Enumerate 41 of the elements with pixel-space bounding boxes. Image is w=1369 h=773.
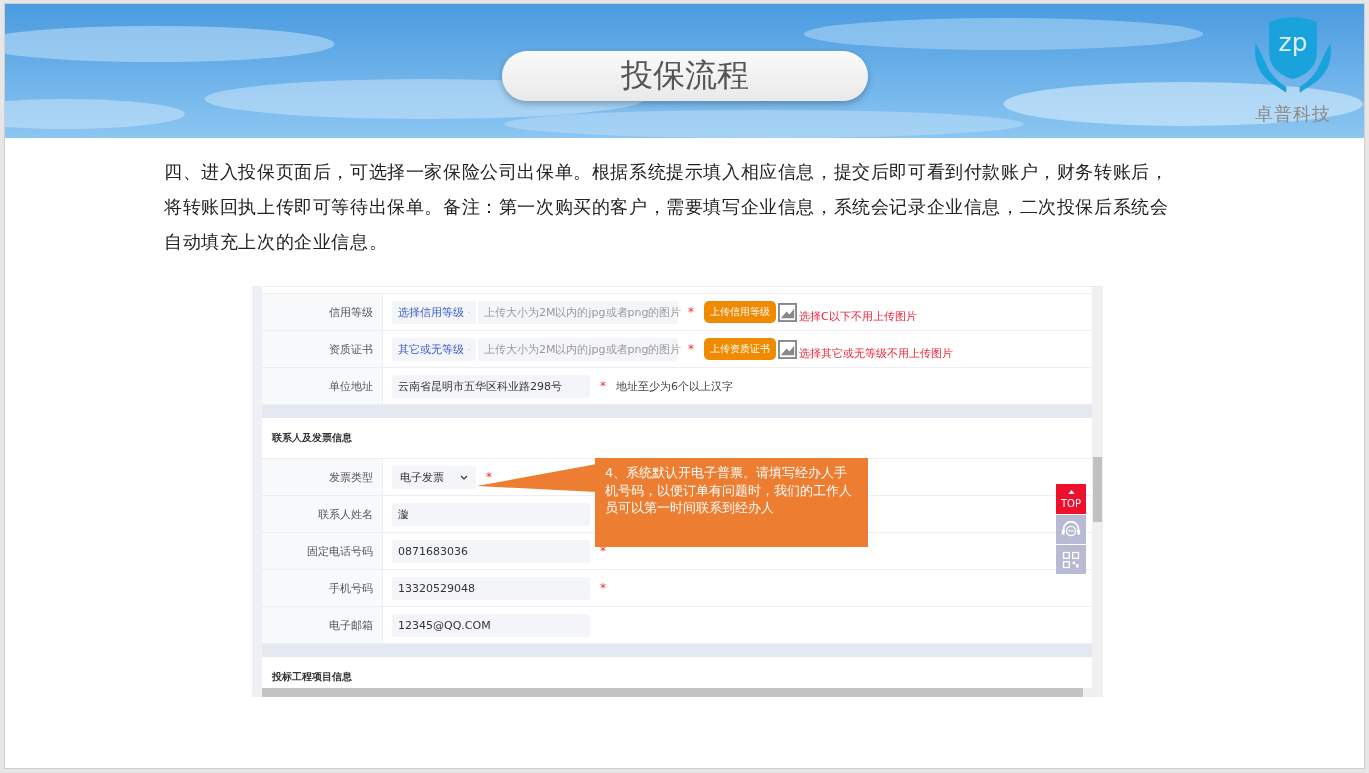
input-field[interactable]: 云南省昆明市五华区科业路298号: [392, 374, 590, 398]
image-icon: [778, 339, 797, 359]
upload-hint: 选择其它或无等级不用上传图片: [799, 345, 953, 361]
field-label: 信用等级: [262, 294, 383, 330]
invoice-select[interactable]: 电子发票: [392, 465, 476, 489]
required-mark: *: [600, 544, 606, 558]
field-label: 资质证书: [262, 331, 383, 367]
input-field[interactable]: 漩: [392, 502, 590, 526]
input-field[interactable]: 13320529048: [392, 576, 590, 600]
vertical-scrollbar[interactable]: [1092, 287, 1103, 688]
image-icon: [778, 302, 797, 322]
grade-select[interactable]: 其它或无等级: [392, 337, 476, 361]
caret-icon: [460, 474, 468, 480]
required-mark: *: [486, 470, 492, 484]
required-mark: *: [600, 581, 606, 595]
required-mark: *: [688, 342, 694, 356]
back-to-top-button[interactable]: TOP: [1056, 484, 1086, 514]
qr-code-button[interactable]: [1056, 545, 1086, 574]
instruction-paragraph: 四、进入投保页面后，可选择一家保险公司出保单。根据系统提示填入相应信息，提交后即可看到付款账户，财务转账后，将转账回执上传即可等待出保单。备注：第一次购买的客户，需要填写企业信息，系统会记录企业信息，二次投保后系统会自动填充上次的企业信息。: [164, 160, 1170, 254]
headset-button[interactable]: [1056, 515, 1086, 544]
required-mark: *: [600, 379, 606, 393]
field-label: 发票类型: [262, 459, 383, 495]
field-label: 手机号码: [262, 570, 383, 606]
field-label: 单位地址: [262, 368, 383, 404]
required-mark: *: [688, 305, 694, 319]
input-field[interactable]: 0871683036: [392, 539, 590, 563]
input-field[interactable]: 12345@QQ.COM: [392, 613, 590, 637]
up-arrow-icon: [1067, 489, 1075, 494]
field-label: 联系人姓名: [262, 496, 383, 532]
upload-hint: 选择C以下不用上传图片: [799, 308, 917, 324]
field-label: 固定电话号码: [262, 533, 383, 569]
callout-note: 4、系统默认开电子普票。请填写经办人手机号码，以便订单有问题时，我们的工作人员可以第一时间联系到经办人: [595, 458, 868, 547]
section-title: 投标工程项目信息: [272, 670, 352, 684]
qr-code-icon: [1061, 549, 1081, 570]
section-title: 联系人及发票信息: [272, 431, 352, 445]
company-name: 卓普科技: [1255, 102, 1331, 126]
grade-select[interactable]: 选择信用等级: [392, 300, 476, 324]
field-hint: 地址至少为6个以上汉字: [616, 378, 733, 394]
horizontal-scrollbar[interactable]: [252, 688, 1103, 697]
slide-title: 投保流程: [501, 51, 868, 101]
field-label: 电子邮箱: [262, 607, 383, 643]
